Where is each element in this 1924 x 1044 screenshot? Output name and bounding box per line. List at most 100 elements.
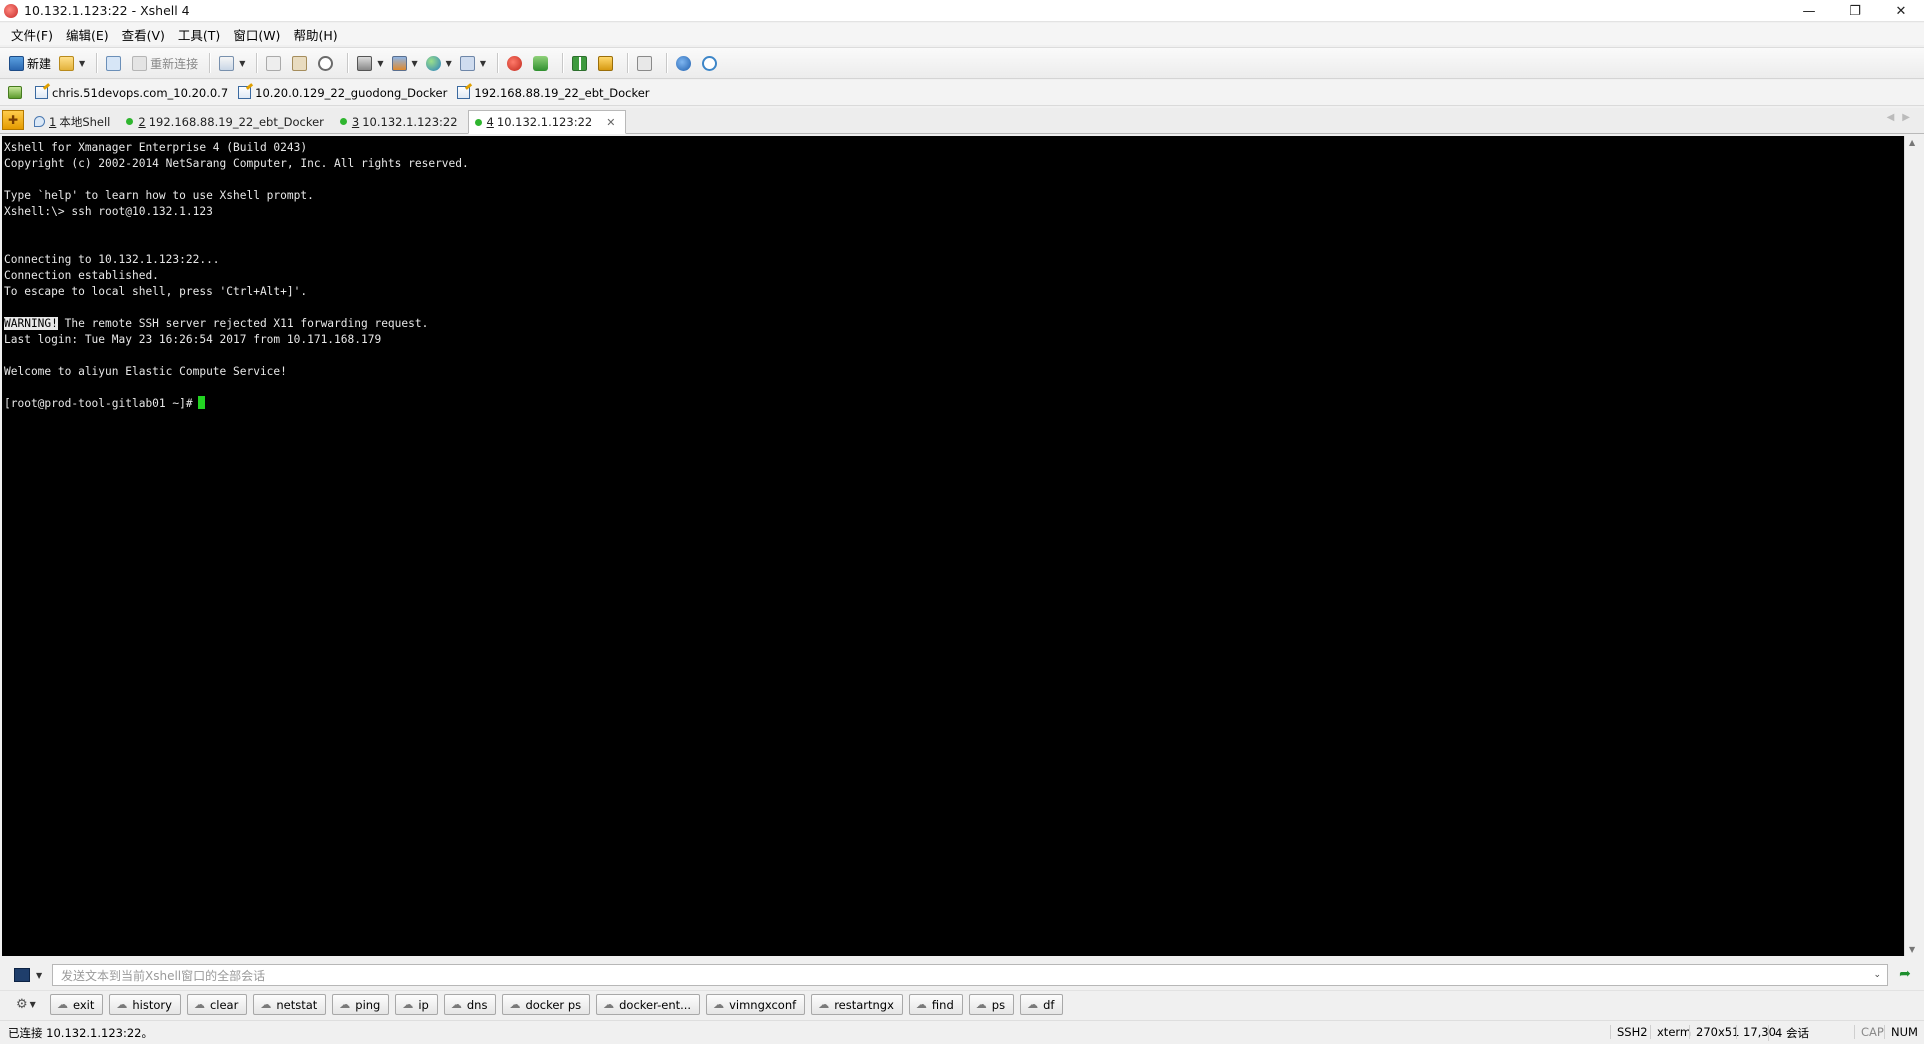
printer-icon <box>357 55 373 71</box>
link-item[interactable]: 192.168.88.19_22_ebt_Docker <box>457 86 650 100</box>
print-button[interactable]: ▼ <box>354 51 386 75</box>
reconnect-icon <box>132 55 148 71</box>
quick-command-clear[interactable]: ☁ clear <box>186 994 248 1015</box>
quick-command-label: clear <box>209 997 239 1012</box>
compose-dropdown-icon[interactable]: ⌄ <box>1873 970 1881 980</box>
quick-command-df[interactable]: ☁ df <box>1020 994 1064 1015</box>
tab-session-3[interactable]: 3 10.132.1.123:22 <box>334 110 468 133</box>
cloud-icon: ☁ <box>193 998 205 1011</box>
keyboard-icon <box>636 55 652 71</box>
connected-dot-icon <box>126 118 134 125</box>
chat-button[interactable] <box>699 51 723 75</box>
help-button[interactable] <box>673 51 697 75</box>
quick-command-menu[interactable]: ⚙ ▼ <box>16 995 38 1015</box>
send-icon[interactable]: ➦ <box>1896 966 1914 984</box>
paste-button[interactable] <box>289 51 313 75</box>
minimize-icon[interactable]: — <box>1786 0 1832 22</box>
scroll-down-icon[interactable]: ▼ <box>1909 945 1915 954</box>
menu-help[interactable]: 帮助(H) <box>288 25 345 44</box>
quick-command-restartngx[interactable]: ☁ restartngx <box>811 994 903 1015</box>
dropdown-arrow-icon[interactable]: ▼ <box>36 971 42 980</box>
folder-icon <box>59 55 75 71</box>
menu-edit[interactable]: 编辑(E) <box>61 25 117 44</box>
tab-number: 4 <box>486 115 494 129</box>
quick-command-label: ps <box>991 997 1006 1012</box>
tab-label: 192.168.88.19_22_ebt_Docker <box>148 114 324 129</box>
quick-command-set-icon: ⚙ <box>16 997 28 1012</box>
quick-command-ping[interactable]: ☁ ping <box>332 994 390 1015</box>
warning-tag: WARNING! <box>4 317 58 330</box>
link-icon <box>106 55 122 71</box>
quick-command-docker-enter[interactable]: ☁ docker-ent... <box>596 994 701 1015</box>
quick-command-find[interactable]: ☁ find <box>908 994 963 1015</box>
xftp-button[interactable] <box>530 51 554 75</box>
quick-command-history[interactable]: ☁ history <box>109 994 181 1015</box>
reconnect-button[interactable]: 重新连接 <box>129 51 201 75</box>
quick-command-label: dns <box>466 997 488 1012</box>
quick-command-ip[interactable]: ☁ ip <box>395 994 438 1015</box>
toolbar-separator <box>209 53 211 73</box>
magnifier-icon <box>318 55 334 71</box>
cloud-icon: ☁ <box>1027 998 1039 1011</box>
font-button[interactable]: ▼ <box>457 51 489 75</box>
paste-icon <box>292 55 308 71</box>
find-button[interactable] <box>315 51 339 75</box>
dropdown-arrow-icon: ▼ <box>239 58 246 68</box>
globe-button[interactable]: ▼ <box>423 51 455 75</box>
compose-input[interactable]: 发送文本到当前Xshell窗口的全部会话 ⌄ <box>52 964 1888 986</box>
terminal-line: Copyright (c) 2002-2014 NetSarang Comput… <box>4 157 469 170</box>
menu-tools[interactable]: 工具(T) <box>173 25 228 44</box>
quick-command-netstat[interactable]: ☁ netstat <box>253 994 327 1015</box>
link-item[interactable]: 10.20.0.129_22_guodong_Docker <box>238 86 447 100</box>
quick-command-dns[interactable]: ☁ dns <box>443 994 497 1015</box>
tab-session-4[interactable]: 4 10.132.1.123:22 ✕ <box>467 110 627 134</box>
restore-icon[interactable]: ❐ <box>1832 0 1878 22</box>
terminal-scrollbar[interactable]: ▲ ▼ <box>1904 136 1922 956</box>
globe-icon <box>425 55 441 71</box>
open-button[interactable]: ▼ <box>56 51 88 75</box>
layout-button[interactable] <box>569 51 593 75</box>
cloud-icon: ☁ <box>509 998 521 1011</box>
xshell-app-icon <box>4 3 18 18</box>
lock-button[interactable] <box>595 51 619 75</box>
close-tab-icon[interactable]: ✕ <box>606 116 615 129</box>
connect-button[interactable] <box>103 51 127 75</box>
status-protocol: SSH2 <box>1610 1025 1648 1039</box>
tab-local-shell[interactable]: 1 本地Shell <box>28 110 120 133</box>
connected-dot-icon <box>474 118 482 126</box>
tab-scroll-arrows-icon[interactable]: ◀▶ <box>1887 112 1918 123</box>
quick-command-ps[interactable]: ☁ ps <box>968 994 1015 1015</box>
add-tab-button[interactable]: ✚ <box>2 110 24 130</box>
cloud-icon: ☁ <box>57 998 68 1011</box>
new-session-label: 新建 <box>27 56 52 71</box>
window-title: 10.132.1.123:22 - Xshell 4 <box>24 3 190 18</box>
quick-command-vimngxconf[interactable]: ☁ vimngxconf <box>706 994 806 1015</box>
quick-command-label: ping <box>355 997 381 1012</box>
menu-file[interactable]: 文件(F) <box>6 25 61 44</box>
terminal-line: Xshell:\> ssh root@10.132.1.123 <box>4 205 213 218</box>
copy-button[interactable] <box>263 51 287 75</box>
links-folder[interactable] <box>8 86 25 99</box>
quick-command-label: restartngx <box>834 997 894 1012</box>
quick-command-exit[interactable]: ☁ exit <box>50 994 104 1015</box>
status-caps-lock: CAP <box>1854 1025 1884 1039</box>
font-icon <box>459 55 475 71</box>
link-item[interactable]: chris.51devops.com_10.20.0.7 <box>35 86 228 100</box>
menu-view[interactable]: 查看(V) <box>117 25 173 44</box>
new-session-button[interactable]: 新建 <box>6 51 54 75</box>
quick-command-label: history <box>132 997 172 1012</box>
tab-session-2[interactable]: 2 192.168.88.19_22_ebt_Docker <box>120 110 334 133</box>
close-icon[interactable]: ✕ <box>1878 0 1924 22</box>
quick-command-docker-ps[interactable]: ☁ docker ps <box>502 994 591 1015</box>
transfer-button[interactable]: ▼ <box>389 51 421 75</box>
cloud-icon: ☁ <box>116 998 128 1011</box>
keyboard-button[interactable] <box>634 51 658 75</box>
terminal-line: Xshell for Xmanager Enterprise 4 (Build … <box>4 141 308 154</box>
xmanager-button[interactable] <box>504 51 528 75</box>
compose-window-icon[interactable] <box>14 968 30 982</box>
properties-button[interactable]: ▼ <box>216 51 248 75</box>
terminal-output[interactable]: Xshell for Xmanager Enterprise 4 (Build … <box>2 136 1904 956</box>
scroll-up-icon[interactable]: ▲ <box>1909 138 1915 147</box>
menu-window[interactable]: 窗口(W) <box>228 25 288 44</box>
